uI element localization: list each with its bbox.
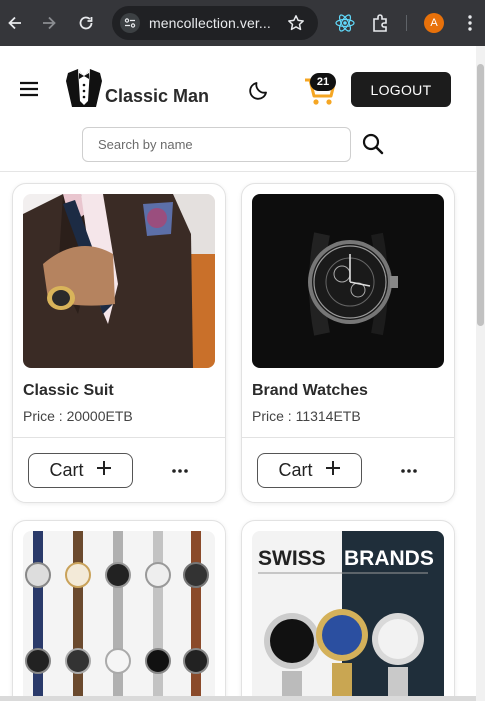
reload-icon[interactable] — [74, 11, 98, 35]
page-content: Classic Man 21 LOGOUT Search by name Cla… — [0, 46, 476, 701]
product-card[interactable]: Brand Watches Price : 11314ETB Cart — [241, 183, 455, 503]
product-price: Price : 11314ETB — [252, 408, 361, 424]
add-to-cart-button[interactable]: Cart — [257, 453, 362, 488]
profile-avatar[interactable]: A — [424, 13, 444, 33]
banner-brands-text: BRANDS — [344, 547, 434, 570]
brand-name[interactable]: Classic Man — [105, 86, 209, 107]
bookmark-star-icon[interactable] — [284, 11, 308, 35]
product-image[interactable]: SWISS BRANDS — [252, 531, 444, 701]
product-image[interactable] — [252, 194, 444, 368]
product-image[interactable] — [23, 194, 215, 368]
search-icon[interactable] — [361, 132, 385, 156]
cart-count-badge: 21 — [310, 73, 336, 91]
plus-icon — [325, 460, 341, 481]
horizontal-scrollbar[interactable] — [0, 696, 476, 701]
product-title[interactable]: Brand Watches — [252, 382, 368, 400]
search-input[interactable] — [82, 127, 351, 162]
address-bar[interactable]: mencollection.ver... — [112, 6, 318, 40]
toolbar-divider — [406, 15, 407, 31]
card-divider — [13, 437, 225, 438]
product-price: Price : 20000ETB — [23, 408, 133, 424]
product-card[interactable]: SWISS BRANDS — [241, 520, 455, 701]
logout-button[interactable]: LOGOUT — [351, 72, 451, 107]
tuxedo-logo-icon[interactable] — [64, 67, 104, 109]
more-options-icon[interactable] — [167, 462, 193, 480]
product-card[interactable]: Classic Suit Price : 20000ETB Cart — [12, 183, 226, 503]
cart-button-label: Cart — [278, 460, 313, 480]
product-image[interactable] — [23, 531, 215, 701]
url-text: mencollection.ver... — [149, 15, 271, 31]
dark-mode-moon-icon[interactable] — [247, 78, 271, 102]
site-header: Classic Man 21 LOGOUT — [0, 46, 476, 172]
extensions-puzzle-icon[interactable] — [369, 11, 393, 35]
forward-arrow-icon[interactable] — [37, 11, 61, 35]
banner-swiss-text: SWISS — [258, 547, 326, 570]
product-card[interactable] — [12, 520, 226, 701]
more-options-icon[interactable] — [396, 462, 422, 480]
hamburger-menu-icon[interactable] — [18, 79, 40, 99]
scrollbar-thumb[interactable] — [477, 64, 484, 326]
add-to-cart-button[interactable]: Cart — [28, 453, 133, 488]
browser-toolbar: mencollection.ver... A — [0, 0, 485, 46]
vertical-scrollbar[interactable] — [476, 46, 485, 701]
browser-menu-icon[interactable] — [458, 11, 482, 35]
site-info-icon[interactable] — [120, 13, 140, 33]
product-title[interactable]: Classic Suit — [23, 382, 114, 400]
card-divider — [242, 437, 454, 438]
back-arrow-icon[interactable] — [3, 11, 27, 35]
react-devtools-icon[interactable] — [333, 11, 357, 35]
cart-button-label: Cart — [49, 460, 84, 480]
plus-icon — [96, 460, 112, 481]
